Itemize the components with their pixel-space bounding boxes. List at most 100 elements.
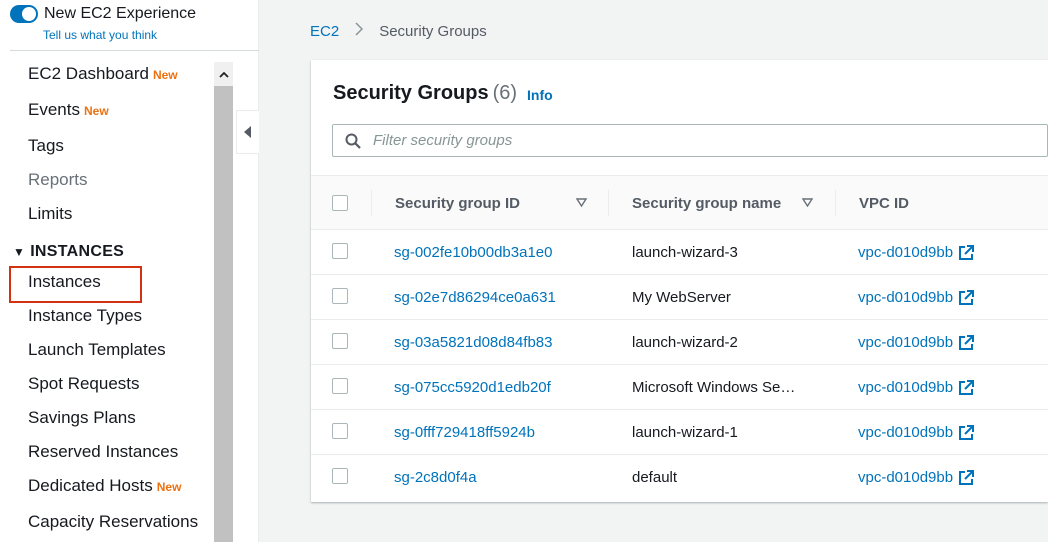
vpc-id-link[interactable]: vpc-d010d9bb: [858, 230, 975, 275]
table-row[interactable]: sg-002fe10b00db3a1e0 launch-wizard-3 vpc…: [311, 230, 1048, 275]
sidebar-item-instance-types[interactable]: Instance Types: [28, 306, 142, 326]
new-badge: New: [152, 68, 178, 82]
external-link-icon: [959, 289, 975, 305]
group-count: (6): [492, 82, 518, 104]
table-row[interactable]: sg-03a5821d08d84fb83 launch-wizard-2 vpc…: [311, 320, 1048, 365]
security-group-name: Microsoft Windows Se…: [632, 379, 796, 396]
vpc-id-link[interactable]: vpc-d010d9bb: [858, 410, 975, 455]
sidebar-item-label: Launch Templates: [28, 340, 166, 359]
security-group-name: launch-wizard-1: [632, 424, 738, 441]
external-link-icon: [959, 334, 975, 350]
column-header-security-group-name[interactable]: Security group name: [632, 176, 781, 230]
security-group-id-link[interactable]: sg-075cc5920d1edb20f: [394, 365, 551, 410]
table-row[interactable]: sg-2c8d0f4a default vpc-d010d9bb: [311, 455, 1048, 500]
filter-box[interactable]: [332, 124, 1048, 157]
security-groups-panel: Security Groups(6) Info Security group I…: [311, 60, 1048, 502]
security-group-id-link[interactable]: sg-002fe10b00db3a1e0: [394, 230, 552, 275]
sidebar-item-launch-templates[interactable]: Launch Templates: [28, 340, 166, 360]
column-separator: [371, 190, 372, 216]
row-checkbox[interactable]: [332, 333, 348, 349]
sidebar-divider: [10, 50, 259, 51]
sidebar-item-label: Capacity Reservations: [28, 512, 199, 531]
external-link-icon: [959, 379, 975, 395]
breadcrumb: EC2 Security Groups: [310, 22, 487, 41]
sidebar-item-events[interactable]: Events New: [28, 100, 109, 120]
column-separator: [835, 190, 836, 216]
row-checkbox[interactable]: [332, 423, 348, 439]
select-all-checkbox[interactable]: [332, 195, 348, 211]
scroll-up-icon[interactable]: [214, 62, 233, 86]
sidebar-item-label: Instance Types: [28, 306, 143, 325]
sidebar-item-label: Reports: [28, 170, 88, 189]
chevron-left-icon: [244, 126, 251, 138]
vpc-id-text: vpc-d010d9bb: [858, 334, 954, 351]
page-title: Security Groups (6): [333, 82, 517, 105]
sidebar-item-reports[interactable]: Reports: [28, 170, 88, 190]
chevron-right-icon: [355, 22, 364, 41]
sidebar-item-label: Dedicated Hosts: [28, 476, 153, 495]
sidebar-scrollbar[interactable]: [214, 62, 233, 542]
vpc-id-text: vpc-d010d9bb: [858, 424, 954, 441]
sidebar-item-label: Reserved Instances: [28, 442, 179, 461]
sidebar: New EC2 Experience Tell us what you thin…: [0, 0, 259, 542]
vpc-id-text: vpc-d010d9bb: [858, 289, 954, 306]
security-group-id-link[interactable]: sg-0fff729418ff5924b: [394, 410, 535, 455]
search-icon: [345, 133, 361, 149]
vpc-id-link[interactable]: vpc-d010d9bb: [858, 455, 975, 500]
row-checkbox[interactable]: [332, 288, 348, 304]
table-row[interactable]: sg-0fff729418ff5924b launch-wizard-1 vpc…: [311, 410, 1048, 455]
breadcrumb-ec2-link[interactable]: EC2: [310, 23, 339, 40]
table-header: Security group ID Security group name VP…: [311, 176, 1048, 230]
sidebar-item-spot-requests[interactable]: Spot Requests: [28, 374, 140, 394]
panel-title-text: Security Groups: [333, 82, 489, 104]
collapse-sidebar-button[interactable]: [236, 110, 259, 154]
sidebar-item-label: Tags: [28, 136, 64, 155]
new-experience-toggle-row[interactable]: New EC2 Experience: [10, 5, 196, 23]
security-group-name: launch-wizard-3: [632, 244, 738, 261]
sidebar-item-dedicated-hosts[interactable]: Dedicated Hosts New: [28, 476, 181, 496]
sort-icon[interactable]: [802, 198, 813, 207]
sidebar-item-tags[interactable]: Tags: [28, 136, 64, 156]
new-badge: New: [156, 480, 182, 494]
sidebar-item-label: Limits: [28, 204, 73, 223]
column-header-security-group-id[interactable]: Security group ID: [395, 176, 520, 230]
info-link[interactable]: Info: [527, 87, 553, 103]
new-badge: New: [83, 104, 109, 118]
row-checkbox[interactable]: [332, 378, 348, 394]
table-row[interactable]: sg-075cc5920d1edb20f Microsoft Windows S…: [311, 365, 1048, 410]
security-group-id-link[interactable]: sg-2c8d0f4a: [394, 455, 477, 500]
sidebar-item-label: Spot Requests: [28, 374, 140, 393]
security-group-id-link[interactable]: sg-02e7d86294ce0a631: [394, 275, 556, 320]
sidebar-item-label: Savings Plans: [28, 408, 136, 427]
section-instances-header[interactable]: ▼ INSTANCES: [13, 243, 124, 261]
security-group-name: launch-wizard-2: [632, 334, 738, 351]
highlight-box: [9, 266, 142, 303]
row-checkbox[interactable]: [332, 243, 348, 259]
sidebar-item-capacity-reservations[interactable]: Capacity Reservations: [28, 512, 198, 532]
caret-down-icon: ▼: [13, 245, 26, 259]
external-link-icon: [959, 424, 975, 440]
security-group-id-link[interactable]: sg-03a5821d08d84fb83: [394, 320, 552, 365]
security-group-name: My WebServer: [632, 289, 731, 306]
security-group-name: default: [632, 469, 678, 486]
sort-icon[interactable]: [576, 198, 587, 207]
vpc-id-text: vpc-d010d9bb: [858, 469, 954, 486]
external-link-icon: [959, 469, 975, 485]
column-header-vpc-id[interactable]: VPC ID: [859, 176, 909, 230]
feedback-link[interactable]: Tell us what you think: [43, 28, 157, 42]
section-title: INSTANCES: [30, 243, 125, 260]
row-checkbox[interactable]: [332, 468, 348, 484]
toggle-switch[interactable]: [10, 5, 38, 23]
sidebar-item-savings-plans[interactable]: Savings Plans: [28, 408, 136, 428]
sidebar-item-reserved-instances[interactable]: Reserved Instances: [28, 442, 178, 462]
table-row[interactable]: sg-02e7d86294ce0a631 My WebServer vpc-d0…: [311, 275, 1048, 320]
external-link-icon: [959, 244, 975, 260]
sidebar-item-limits[interactable]: Limits: [28, 204, 72, 224]
vpc-id-link[interactable]: vpc-d010d9bb: [858, 275, 975, 320]
sidebar-item-ec2-dashboard[interactable]: EC2 Dashboard New: [28, 64, 178, 84]
filter-input[interactable]: [373, 132, 973, 149]
sidebar-item-label: EC2 Dashboard: [28, 64, 149, 83]
vpc-id-link[interactable]: vpc-d010d9bb: [858, 320, 975, 365]
vpc-id-link[interactable]: vpc-d010d9bb: [858, 365, 975, 410]
sidebar-item-label: Events: [28, 100, 80, 119]
